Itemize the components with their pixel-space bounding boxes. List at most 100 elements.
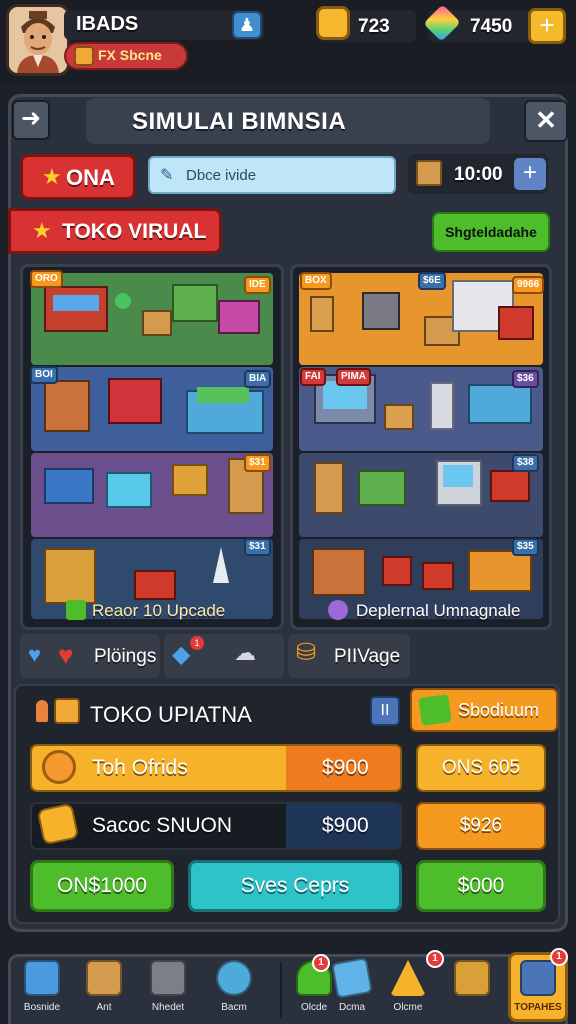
nav-label: Dcma — [338, 1002, 366, 1013]
price-tag: BIA — [244, 370, 272, 388]
add-currency-button[interactable]: + — [528, 8, 566, 44]
upgrade-row-1-side-button[interactable]: ONS 605 — [416, 744, 546, 792]
crate-value: 10:00 — [454, 164, 503, 185]
gear-icon — [328, 600, 348, 620]
nav-item-ant[interactable]: Ant — [74, 960, 134, 1022]
upgrade-row-2-label: Sacoc SNUON — [92, 814, 233, 837]
add-friend-button[interactable]: ♟ — [232, 11, 262, 39]
chest-icon: ⛁ — [296, 639, 317, 666]
nav-label: Ant — [96, 1002, 112, 1013]
nav-label: TOPAHES — [514, 1002, 562, 1013]
price-tag: 9966 — [512, 276, 545, 294]
crate-icon — [454, 960, 490, 996]
house-icon — [24, 960, 60, 996]
nav-label: Nhedet — [151, 1002, 185, 1013]
person-icon: ♟ — [238, 15, 256, 35]
pencil-icon: ✎ — [160, 167, 174, 184]
crate-icon — [74, 46, 94, 66]
cube-icon — [66, 600, 86, 620]
upgrade-row-2-cost: $900 — [322, 814, 369, 837]
search-text: Dbce ivide — [186, 167, 257, 184]
notification-badge: 1 — [426, 950, 444, 968]
buy-button-a[interactable]: ON$1000 — [30, 860, 174, 912]
avatar[interactable] — [6, 4, 70, 76]
back-button[interactable]: ➜ — [12, 100, 50, 140]
price-tag: $36 — [512, 370, 539, 388]
nav-item-home[interactable]: Bosnide — [12, 960, 72, 1022]
price-tag: IDE — [244, 276, 271, 294]
nav-label: Bosnide — [23, 1002, 61, 1013]
crate-icon — [416, 160, 442, 186]
tools-icon — [520, 960, 556, 996]
shop-left-column — [20, 264, 284, 630]
shop-right-scene — [299, 273, 543, 619]
banner-action-button[interactable]: Shgteldadahe — [432, 212, 550, 252]
nav-item-explore[interactable]: Bacm — [204, 960, 264, 1022]
save-button[interactable]: Sves Ceprs — [188, 860, 402, 912]
plus-icon: + — [522, 159, 537, 186]
gold-value: 723 — [358, 16, 390, 37]
upgrade-title: TOKO UPIATNA — [90, 702, 252, 727]
nav-item-crate[interactable] — [442, 960, 502, 1022]
cloud-icon: ☁ — [234, 640, 256, 665]
notification-badge: 1 — [550, 948, 568, 966]
buy-button-c[interactable]: $000 — [416, 860, 546, 912]
blue-heart-icon: ♥ — [28, 642, 42, 667]
player-name: IBADS — [76, 13, 139, 35]
price-tag: $35 — [512, 538, 539, 556]
shop-left-scene — [31, 273, 273, 619]
cash-icon — [418, 694, 452, 726]
card-icon — [331, 957, 373, 999]
price-tag: FAI — [300, 368, 326, 386]
reaction-label: Plöings — [94, 646, 157, 667]
banner-title: TOKO VIRUAL — [62, 220, 207, 243]
arrow-left-icon: ➜ — [20, 105, 42, 132]
pyramid-icon — [390, 960, 426, 996]
upgrade-row-2-side-button[interactable]: $926 — [416, 802, 546, 850]
handshake-icon — [36, 802, 80, 846]
premium-button-label: Sbodiuum — [458, 700, 540, 720]
price-tag: BOX — [300, 272, 332, 290]
price-tag: $31 — [244, 538, 271, 556]
nav-label: Olcme — [393, 1002, 423, 1013]
price-tag: BOI — [30, 366, 58, 384]
price-tag: PIMA — [336, 368, 371, 386]
upgrade-row-1-cost: $900 — [322, 756, 369, 779]
shop-right-column — [290, 264, 552, 630]
red-heart-icon: ♥ — [58, 640, 74, 670]
price-tag: ORO — [30, 270, 63, 288]
cone-icon — [36, 700, 48, 722]
diamond-icon: ◆ — [172, 641, 191, 668]
portrait-icon — [9, 7, 67, 73]
gem-value: 7450 — [470, 16, 513, 37]
coin-icon — [42, 750, 76, 784]
price-tag: $31 — [244, 454, 271, 472]
nav-item-upgrades[interactable]: TOPAHES — [508, 960, 568, 1022]
page-title: SIMULAI BIMNSIA — [132, 108, 347, 135]
shop-right-caption: Deplernal Umnagnale — [356, 601, 521, 620]
price-tag: $38 — [512, 454, 539, 472]
pause-button[interactable]: II — [370, 696, 400, 726]
nav-item-pyramid[interactable]: Olcme — [378, 960, 438, 1022]
price-tag: $6E — [418, 272, 446, 290]
plus-icon: + — [539, 10, 555, 40]
gold-icon — [316, 6, 350, 40]
reaction-label: PIIVage — [334, 646, 401, 667]
upgrade-row-1-label: Toh Ofrids — [92, 756, 188, 779]
box-icon — [150, 960, 186, 996]
shop-left-caption: Reaor 10 Upcade — [92, 601, 226, 620]
nav-item-market[interactable]: Nhedet — [138, 960, 198, 1022]
close-button[interactable]: ✕ — [524, 100, 568, 142]
crate-icon — [86, 960, 122, 996]
crate-icon — [54, 698, 80, 724]
notification-badge: 1 — [312, 954, 330, 972]
notification-badge: 1 — [190, 636, 204, 650]
nav-item-cards[interactable]: Dcma — [322, 957, 382, 1022]
tab-active-label: ONA — [66, 165, 115, 190]
close-icon: ✕ — [535, 105, 557, 135]
compass-icon — [216, 960, 252, 996]
player-title-text: FX Sbcne — [98, 47, 162, 63]
star-icon: ★ — [32, 218, 52, 243]
star-icon: ★ — [42, 164, 62, 189]
add-crate-button[interactable]: + — [514, 158, 546, 190]
